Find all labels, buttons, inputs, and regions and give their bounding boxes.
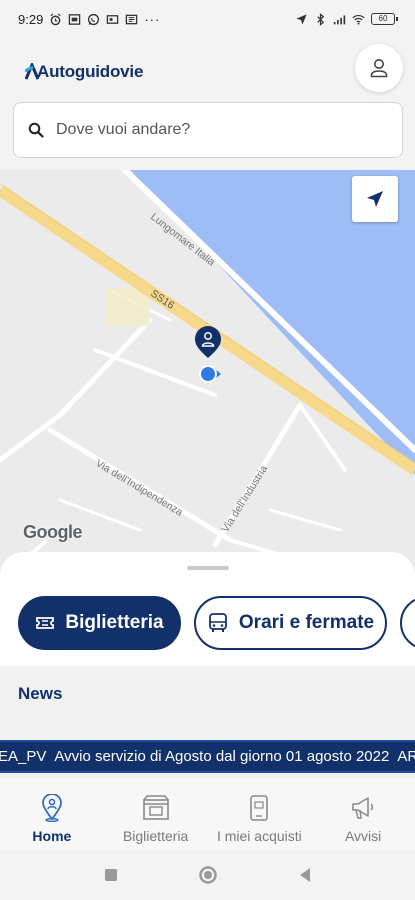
tv-icon bbox=[107, 14, 119, 24]
nav-home-label: Home bbox=[32, 828, 72, 844]
wifi-icon bbox=[352, 14, 365, 25]
back-triangle-icon[interactable] bbox=[298, 867, 312, 883]
battery-icon: 60 bbox=[371, 13, 398, 25]
nav-ticket-office-label: Biglietteria bbox=[122, 828, 189, 844]
alarm-icon bbox=[50, 13, 61, 25]
app-logo: Autoguidovie bbox=[25, 60, 143, 84]
ticker-message: Avvio servizio di Agosto dal giorno 01 a… bbox=[54, 748, 390, 765]
logo-text: Autoguidovie bbox=[37, 62, 144, 81]
nav-alerts-label: Avvisi bbox=[344, 828, 382, 844]
sheet-drag-handle[interactable] bbox=[187, 566, 229, 570]
status-right: 60 bbox=[295, 12, 398, 26]
status-left: 9:29 ··· bbox=[18, 12, 160, 27]
status-bar: 9:29 ··· 60 bbox=[0, 0, 415, 38]
profile-button[interactable] bbox=[355, 44, 403, 92]
status-time: 9:29 bbox=[18, 11, 44, 27]
search-input[interactable] bbox=[56, 121, 376, 139]
navigation-arrow-icon bbox=[367, 191, 383, 207]
quick-actions-row: Biglietteria Orari e fermate bbox=[0, 596, 415, 652]
search-icon bbox=[28, 122, 44, 138]
map-current-location-icon bbox=[199, 365, 221, 383]
bluetooth-icon bbox=[317, 12, 325, 26]
ticker-prefix: EA_PV bbox=[0, 748, 47, 765]
bottom-navigation: Home Biglietteria I miei acquisti Avvisi bbox=[0, 778, 415, 850]
more-actions-button[interactable] bbox=[400, 596, 415, 650]
map-user-pin-icon[interactable] bbox=[195, 326, 221, 358]
search-bar[interactable] bbox=[13, 102, 403, 158]
calendar-icon bbox=[69, 13, 81, 25]
battery-level: 60 bbox=[378, 14, 388, 23]
nav-my-purchases-label: I miei acquisti bbox=[216, 828, 302, 844]
schedules-stops-button[interactable]: Orari e fermate bbox=[194, 596, 387, 650]
home-circle-icon[interactable] bbox=[198, 865, 218, 885]
user-icon bbox=[370, 59, 388, 78]
nav-alerts[interactable]: Avvisi bbox=[311, 778, 415, 850]
ticket-office-label: Biglietteria bbox=[65, 612, 164, 633]
ticket-office-icon bbox=[142, 794, 170, 822]
bus-icon bbox=[209, 613, 227, 632]
recents-icon[interactable] bbox=[104, 868, 118, 882]
ticker-suffix: AR bbox=[397, 748, 415, 765]
news-heading: News bbox=[18, 684, 63, 703]
map-label-industria: Via dell'Industria bbox=[219, 463, 270, 534]
nav-home[interactable]: Home bbox=[0, 778, 104, 850]
phone-purchases-icon bbox=[245, 794, 273, 822]
ticket-icon bbox=[36, 617, 55, 629]
locate-me-button[interactable] bbox=[352, 176, 398, 222]
location-pin-icon bbox=[38, 794, 66, 822]
nav-ticket-office[interactable]: Biglietteria bbox=[104, 778, 208, 850]
app-screen: 9:29 ··· 60 Autoguidovie Dove vuoi andar… bbox=[0, 0, 415, 900]
schedules-stops-label: Orari e fermate bbox=[238, 612, 375, 633]
system-navigation-bar bbox=[0, 850, 415, 900]
ticket-office-button[interactable]: Biglietteria bbox=[18, 596, 181, 650]
megaphone-icon bbox=[349, 794, 377, 822]
google-logo: Google bbox=[23, 522, 83, 542]
announcement-ticker[interactable]: EA_PV Avvio servizio di Agosto dal giorn… bbox=[0, 740, 415, 773]
signal-icon bbox=[333, 14, 346, 24]
location-arrow-icon bbox=[296, 13, 307, 25]
whatsapp-icon bbox=[88, 13, 100, 25]
nav-my-purchases[interactable]: I miei acquisti bbox=[208, 778, 312, 850]
map-label-indipendenza: Via dell'Indipendenza bbox=[93, 457, 184, 519]
news-icon bbox=[126, 14, 138, 24]
more-notifications-icon: ··· bbox=[144, 11, 161, 27]
